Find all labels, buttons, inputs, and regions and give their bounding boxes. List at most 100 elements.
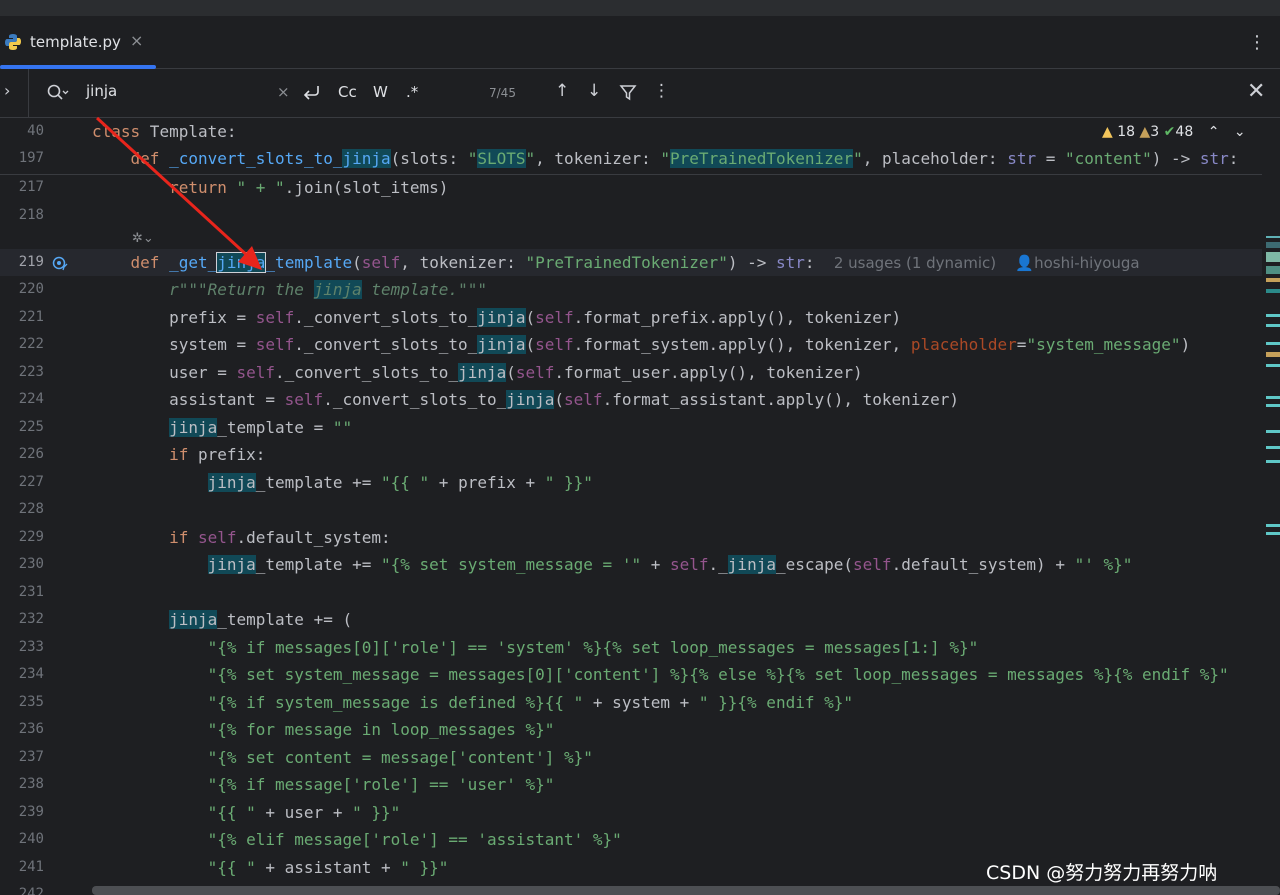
stripe-mark[interactable] <box>1266 266 1280 274</box>
line-number: 197 <box>18 150 44 166</box>
code-text: if self.default_system: <box>169 528 391 547</box>
sticky-scope-header[interactable]: 40 class Template: 197 def _convert_slot… <box>0 118 1262 175</box>
code-text: "{% set content = message['content'] %}" <box>207 748 593 767</box>
next-occurrence-icon[interactable]: ↓ <box>587 81 601 101</box>
code-line: 238 "{% if message['role'] == 'user' %}" <box>0 771 1262 798</box>
code-line-current: 219 def _get_jinja_template(self, tokeni… <box>0 249 1262 276</box>
code-text: return " + ".join(slot_items) <box>169 178 449 197</box>
stripe-mark[interactable] <box>1266 342 1280 345</box>
previous-highlight-icon[interactable]: ⌃ <box>1208 124 1220 140</box>
stripe-mark[interactable] <box>1266 352 1280 357</box>
code-line: 228 <box>0 496 1262 523</box>
code-line: 229 if self.default_system: <box>0 524 1262 551</box>
line-number: 238 <box>18 776 44 792</box>
code-line: 232 jinja_template += ( <box>0 606 1262 633</box>
match-case-toggle[interactable]: Cc <box>338 83 357 101</box>
stripe-mark[interactable] <box>1266 324 1280 327</box>
stripe-mark[interactable] <box>1266 396 1280 399</box>
regex-toggle[interactable]: .* <box>406 83 418 101</box>
code-text: jinja_template = "" <box>169 418 353 437</box>
stripe-mark[interactable] <box>1266 404 1280 407</box>
code-text: jinja_template += ( <box>169 610 353 629</box>
code-text: def _convert_slots_to_jinja(slots: "SLOT… <box>130 149 1239 168</box>
line-number: 219 <box>18 254 44 270</box>
stripe-mark[interactable] <box>1266 364 1280 367</box>
line-number: 218 <box>18 207 44 223</box>
line-number: 220 <box>18 281 44 297</box>
code-text: prefix = self._convert_slots_to_jinja(se… <box>92 308 902 327</box>
code-line: 224 assistant = self._convert_slots_to_j… <box>0 386 1262 413</box>
intention-bulb-icon[interactable]: ✲⌄ <box>132 231 154 246</box>
stripe-mark[interactable] <box>1266 460 1280 463</box>
code-line: 217 return " + ".join(slot_items) <box>0 174 1262 201</box>
stripe-mark[interactable] <box>1266 252 1280 262</box>
typo-count: 48 <box>1175 124 1194 140</box>
stripe-mark[interactable] <box>1266 430 1280 433</box>
sticky-line[interactable]: 197 def _convert_slots_to_jinja(slots: "… <box>0 145 1262 172</box>
stripe-mark[interactable] <box>1266 289 1280 293</box>
next-highlight-icon[interactable]: ⌄ <box>1234 124 1246 140</box>
line-number: 229 <box>18 529 44 545</box>
weak-warning-count: 3 <box>1150 124 1160 140</box>
search-history-icon[interactable] <box>46 83 70 103</box>
match-count: 7/45 <box>489 86 516 100</box>
new-line-icon[interactable] <box>302 84 322 102</box>
code-line: 230 jinja_template += "{% set system_mes… <box>0 551 1262 578</box>
line-number: 242 <box>18 886 44 895</box>
stripe-mark[interactable] <box>1266 236 1280 238</box>
code-text: user = self._convert_slots_to_jinja(self… <box>92 363 863 382</box>
line-number: 233 <box>18 639 44 655</box>
code-line: 240 "{% elif message['role'] == 'assista… <box>0 826 1262 853</box>
stripe-mark[interactable] <box>1266 242 1280 248</box>
stripe-mark[interactable] <box>1266 278 1280 282</box>
stripe-mark[interactable] <box>1266 314 1280 317</box>
inspection-widget[interactable]: ▲ 18 ▲3 ✔48 ⌃ ⌄ <box>1102 124 1246 140</box>
stripe-mark[interactable] <box>1266 532 1280 535</box>
overridden-method-icon[interactable] <box>52 255 70 271</box>
code-text: "{% for message in loop_messages %}" <box>207 720 555 739</box>
code-text: "{% if system_message is defined %}{{ " … <box>207 693 853 712</box>
code-text: jinja_template += "{{ " + prefix + " }}" <box>207 473 593 492</box>
code-line: 234 "{% set system_message = messages[0]… <box>0 661 1262 688</box>
code-line: 218 <box>0 202 1262 229</box>
line-number: 237 <box>18 749 44 765</box>
whole-words-toggle[interactable]: W <box>373 83 388 101</box>
code-text: r"""Return the jinja template.""" <box>169 280 487 299</box>
usages-hint[interactable]: 2 usages (1 dynamic) <box>834 254 996 272</box>
divider <box>28 69 29 117</box>
line-number: 228 <box>18 501 44 517</box>
warning-icon: ▲ <box>1102 124 1113 140</box>
more-options-icon[interactable]: ⋮ <box>653 81 670 101</box>
code-editor[interactable]: 217 return " + ".join(slot_items) 218 ✲⌄… <box>0 118 1280 895</box>
line-number: 236 <box>18 721 44 737</box>
close-find-icon[interactable]: ✕ <box>1247 79 1265 104</box>
sticky-line[interactable]: 40 class Template: <box>0 118 1262 145</box>
expand-replace-icon[interactable]: › <box>4 81 10 100</box>
tab-close-icon[interactable]: × <box>130 31 143 50</box>
code-text: "{% set system_message = messages[0]['co… <box>207 665 1229 684</box>
code-line: 227 jinja_template += "{{ " + prefix + "… <box>0 469 1262 496</box>
previous-occurrence-icon[interactable]: ↑ <box>555 81 569 101</box>
tab-menu-icon[interactable]: ⋮ <box>1248 32 1266 53</box>
code-text: system = self._convert_slots_to_jinja(se… <box>92 335 1191 354</box>
code-text: "{{ " + assistant + " }}" <box>207 858 449 877</box>
code-line: 231 <box>0 579 1262 606</box>
line-number: 235 <box>18 694 44 710</box>
line-number: 225 <box>18 419 44 435</box>
error-stripe[interactable] <box>1262 174 1280 895</box>
filter-icon[interactable] <box>619 84 637 102</box>
line-number: 221 <box>18 309 44 325</box>
horizontal-scrollbar[interactable] <box>92 886 1280 895</box>
search-input[interactable]: jinja <box>86 82 117 100</box>
code-text: "{% if messages[0]['role'] == 'system' %… <box>207 638 979 657</box>
stripe-mark[interactable] <box>1266 524 1280 527</box>
tab-template-py[interactable]: template.py × <box>0 16 156 69</box>
line-number: 241 <box>18 859 44 875</box>
author-hint[interactable]: hoshi-hiyouga <box>1034 254 1140 272</box>
line-number: 231 <box>18 584 44 600</box>
stripe-mark[interactable] <box>1266 446 1280 449</box>
tab-label: template.py <box>30 33 121 51</box>
find-bar: › jinja × Cc W .* 7/45 ↑ ↓ ⋮ ✕ <box>0 69 1280 118</box>
code-line: 233 "{% if messages[0]['role'] == 'syste… <box>0 634 1262 661</box>
clear-search-icon[interactable]: × <box>277 83 290 101</box>
